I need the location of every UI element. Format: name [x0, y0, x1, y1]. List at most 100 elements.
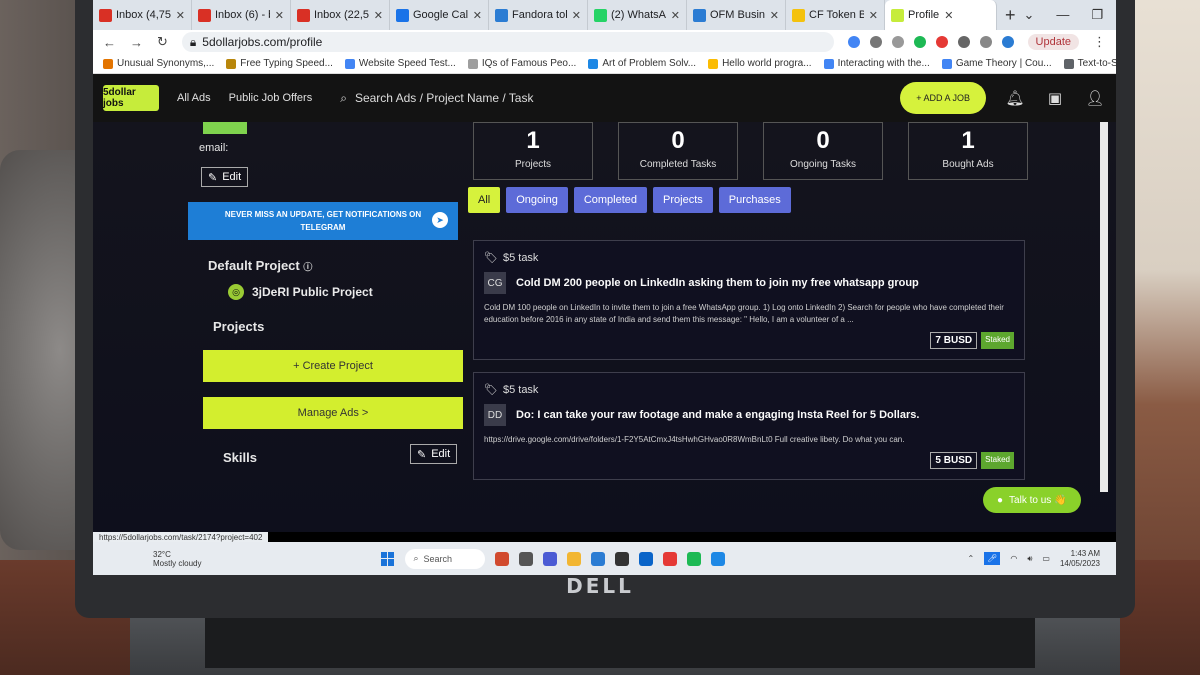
chrome-icon[interactable] — [663, 551, 678, 566]
store-icon[interactable] — [591, 551, 606, 566]
volume-icon[interactable]: 🔊︎ — [1027, 554, 1032, 564]
bookmark-item[interactable]: Text-to-Speech (TT... — [1063, 58, 1116, 69]
talk-to-us-button[interactable]: ● Talk to us 👋 — [983, 487, 1081, 513]
filter-ongoing[interactable]: Ongoing — [506, 187, 568, 213]
tab-label: Inbox (6) - bu — [215, 9, 270, 21]
tab-close-icon[interactable]: ✕ — [869, 9, 878, 22]
battery-icon[interactable]: ▭ — [1042, 554, 1050, 563]
file-explorer-icon[interactable] — [567, 551, 582, 566]
tab-close-icon[interactable]: ✕ — [176, 9, 185, 22]
nav-all-ads[interactable]: All Ads — [177, 92, 211, 104]
chevron-up-icon[interactable]: ⌃ — [968, 554, 975, 563]
minimize-icon[interactable]: — — [1056, 7, 1069, 23]
tab-close-icon[interactable]: ✕ — [572, 9, 581, 22]
chat-app-icon[interactable] — [543, 551, 558, 566]
create-project-button[interactable]: + Create Project — [203, 350, 463, 382]
tab-close-icon[interactable]: ✕ — [473, 9, 482, 22]
default-project-item[interactable]: ◎ 3jDeRI Public Project — [228, 284, 373, 300]
browser-tab[interactable]: OFM Business ✕ — [687, 0, 786, 30]
browser-tab[interactable]: Inbox (6) - bu ✕ — [192, 0, 291, 30]
bookmark-item[interactable]: Hello world progra... — [708, 58, 812, 69]
taskbar-clock[interactable]: 1:43 AM 14/05/2023 — [1060, 549, 1100, 569]
task-title[interactable]: Do: I can take your raw footage and make… — [516, 409, 919, 421]
bookmark-item[interactable]: Game Theory | Cou... — [941, 58, 1052, 69]
mic-icon[interactable]: 🎤︎ — [984, 552, 1001, 565]
browser-tab[interactable]: CF Token Boa ✕ — [786, 0, 885, 30]
telegram-icon: ➤ — [432, 212, 448, 228]
forward-icon[interactable]: → — [130, 35, 143, 50]
tab-favicon-icon — [495, 8, 508, 22]
edge-icon[interactable] — [711, 551, 726, 566]
tab-close-icon[interactable]: ✕ — [671, 9, 680, 22]
weather-desc: Mostly cloudy — [153, 558, 202, 568]
add-job-button[interactable]: + ADD A JOB — [900, 82, 986, 114]
profile-avatar-icon[interactable] — [1001, 36, 1014, 48]
tab-close-icon[interactable]: ✕ — [770, 9, 779, 22]
spotify-icon[interactable] — [687, 551, 702, 566]
edit-skills-button[interactable]: ✎ Edit — [410, 444, 458, 464]
restore-icon[interactable]: ❐ — [1091, 7, 1103, 23]
tab-close-icon[interactable]: ✕ — [275, 9, 284, 22]
outlook-icon[interactable] — [639, 551, 654, 566]
site-search[interactable]: ⌕ Search Ads / Project Name / Task — [340, 91, 533, 106]
new-tab-button[interactable]: + — [997, 5, 1024, 26]
task-view-icon[interactable] — [519, 551, 534, 566]
bookmark-item[interactable]: Art of Problem Solv... — [588, 58, 696, 69]
tab-close-icon[interactable]: ✕ — [944, 9, 953, 22]
task-card[interactable]: 🏷︎ $5 task CG Cold DM 200 people on Link… — [473, 240, 1025, 360]
filter-all[interactable]: All — [468, 187, 501, 213]
reload-icon[interactable]: ↻ — [157, 34, 168, 50]
edit-profile-button[interactable]: ✎ Edit — [201, 167, 249, 187]
chevron-down-icon[interactable]: ⌄ — [1024, 7, 1035, 23]
browser-tab[interactable]: Inbox (4,753) - ✕ — [93, 0, 192, 30]
bell-icon[interactable]: 🔔︎ — [1004, 87, 1026, 109]
bookmark-item[interactable]: Website Speed Test... — [344, 58, 456, 69]
browser-tab[interactable]: Fandora toker ✕ — [489, 0, 588, 30]
site-logo[interactable]: 5dollar jobs — [103, 85, 159, 111]
info-icon[interactable]: ⓘ — [303, 262, 312, 272]
extension-icon-red[interactable] — [935, 36, 948, 48]
nav-public-job-offers[interactable]: Public Job Offers — [229, 92, 313, 104]
menu-icon[interactable]: ⋮ — [1093, 34, 1106, 50]
telegram-banner[interactable]: NEVER MISS AN UPDATE, GET NOTIFICATIONS … — [188, 202, 458, 240]
update-button[interactable]: Update — [1027, 34, 1079, 50]
task-title[interactable]: Cold DM 200 people on LinkedIn asking th… — [516, 277, 919, 289]
bookmark-item[interactable]: Unusual Synonyms,... — [103, 58, 214, 69]
dell-logo: DELL — [566, 574, 634, 598]
browser-tab[interactable]: Google Calen ✕ — [390, 0, 489, 30]
puzzle-icon[interactable] — [957, 36, 970, 48]
google-lens-icon[interactable] — [847, 36, 860, 48]
bookmark-item[interactable]: IQs of Famous Peo... — [467, 58, 576, 69]
stat-label: Completed Tasks — [639, 159, 717, 170]
windows-start-icon[interactable] — [381, 551, 395, 566]
browser-tab[interactable]: Inbox (22,539) ✕ — [291, 0, 390, 30]
back-icon[interactable]: ← — [103, 35, 116, 50]
wifi-icon[interactable]: ◠ — [1010, 554, 1017, 563]
browser-tab[interactable]: Profile ✕ — [885, 0, 997, 30]
wallet-icon[interactable]: ▣ — [1044, 87, 1066, 109]
stat-bought-ads: 1 Bought Ads — [908, 122, 1028, 180]
widgets-icon[interactable] — [495, 551, 510, 566]
bookmark-item[interactable]: Free Typing Speed... — [226, 58, 333, 69]
share-icon[interactable] — [869, 36, 882, 48]
user-icon[interactable]: 👤︎ — [1084, 87, 1106, 109]
task-description: https://drive.google.com/drive/folders/1… — [484, 435, 905, 444]
filter-completed[interactable]: Completed — [573, 187, 648, 213]
url-field[interactable]: 🔒︎ 5dollarjobs.com/profile — [181, 32, 834, 52]
scrollbar[interactable] — [1100, 122, 1108, 492]
star-icon[interactable] — [891, 36, 904, 48]
manage-ads-button[interactable]: Manage Ads > — [203, 397, 463, 429]
browser-tab[interactable]: (2) WhatsApp ✕ — [588, 0, 687, 30]
extension-icon-green[interactable] — [913, 36, 926, 48]
sidebar-icon[interactable] — [979, 36, 992, 48]
terminal-icon[interactable] — [615, 551, 630, 566]
tab-close-icon[interactable]: ✕ — [374, 9, 383, 22]
profile-main: 1 Projects 0 Completed Tasks 0 Ongoing T… — [468, 122, 1038, 532]
weather-widget[interactable]: 32°C Mostly cloudy — [153, 550, 201, 568]
task-card[interactable]: 🏷︎ $5 task DD Do: I can take your raw fo… — [473, 372, 1025, 480]
taskbar: 32°C Mostly cloudy ⌕ Search ⌃ 🎤︎ ◠ 🔊︎ ▭ … — [93, 542, 1116, 575]
filter-projects[interactable]: Projects — [653, 187, 713, 213]
taskbar-search[interactable]: ⌕ Search — [405, 548, 486, 569]
filter-purchases[interactable]: Purchases — [718, 187, 791, 213]
bookmark-item[interactable]: Interacting with the... — [823, 58, 930, 69]
